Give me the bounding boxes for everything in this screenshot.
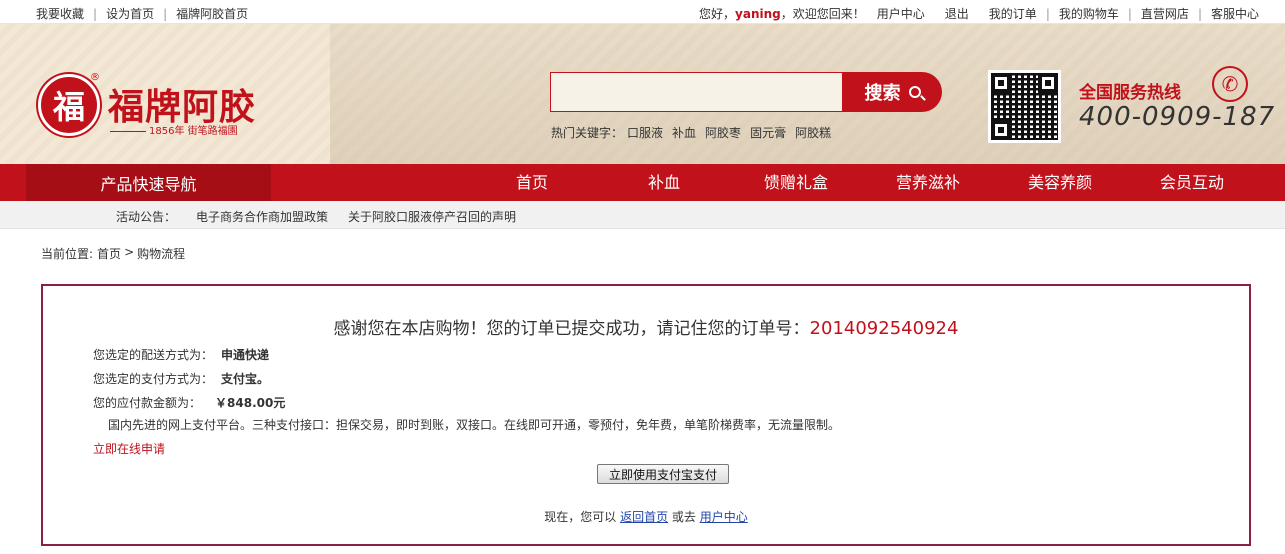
divider: | (1197, 6, 1202, 21)
shipping-row: 您选定的配送方式为： 申通快递 (93, 346, 269, 363)
nav-item-member[interactable]: 会员互动 (1126, 164, 1258, 201)
nav-item-home[interactable]: 首页 (466, 164, 598, 201)
amount-value: ￥848.00元 (215, 396, 286, 410)
breadcrumb-separator: > (124, 245, 135, 259)
order-number: 2014092540924 (809, 318, 959, 339)
product-quick-nav[interactable]: 产品快速导航 (26, 164, 271, 201)
amount-row: 您的应付款金额为： ￥848.00元 (93, 394, 285, 411)
nav-links: 首页 补血 馈赠礼盒 营养滋补 美容养颜 会员互动 (466, 164, 1258, 201)
breadcrumb: 当前位置: 首页 > 购物流程 (41, 245, 185, 262)
logo-subtitle-text: 1856年 街笔路福園 (149, 126, 238, 137)
registered-mark: ® (90, 72, 100, 83)
phone-icon: ✆ (1212, 66, 1248, 102)
hot-keyword[interactable]: 补血 (672, 124, 696, 141)
payment-row: 您选定的支付方式为： 支付宝。 (93, 370, 269, 387)
thanks-text: 感谢您在本店购物！您的订单已提交成功，请记住您的订单号： (333, 319, 810, 339)
divider: | (1045, 6, 1050, 21)
main-nav: 产品快速导航 首页 补血 馈赠礼盒 营养滋补 美容养颜 会员互动 (0, 164, 1285, 201)
apply-online-link[interactable]: 立即在线申请 (93, 440, 165, 457)
shipping-value: 申通快递 (221, 348, 270, 362)
order-success-panel: 感谢您在本店购物！您的订单已提交成功，请记住您的订单号：201409254092… (41, 284, 1251, 546)
my-cart-link[interactable]: 我的购物车 (1059, 5, 1119, 22)
after-prefix: 现在，您可以 (544, 510, 617, 524)
breadcrumb-current: 购物流程 (137, 247, 186, 261)
payment-value: 支付宝。 (221, 372, 270, 386)
top-bar-right: 您好， yaning ，欢迎您回来！ 用户中心 退出 我的订单 | 我的购物车 | … (699, 5, 1259, 22)
bookmark-link[interactable]: 我要收藏 (36, 5, 84, 22)
customer-service-link[interactable]: 客服中心 (1211, 5, 1259, 22)
nav-item-nutrition[interactable]: 营养滋补 (862, 164, 994, 201)
amount-label: 您的应付款金额为： (93, 396, 202, 410)
notice-label: 活动公告： (116, 210, 177, 224)
user-center-link-bottom[interactable]: 用户中心 (700, 510, 748, 524)
nav-item-gift-box[interactable]: 馈赠礼盒 (730, 164, 862, 201)
hot-keywords-label: 热门关键字： (551, 126, 624, 140)
logout-link[interactable]: 退出 (945, 5, 969, 22)
hot-keywords: 热门关键字： 口服液 补血 阿胶枣 固元膏 阿胶糕 (551, 124, 831, 141)
nav-item-beauty[interactable]: 美容养颜 (994, 164, 1126, 201)
shipping-label: 您选定的配送方式为： (93, 348, 214, 362)
my-orders-link[interactable]: 我的订单 (989, 5, 1037, 22)
back-home-link[interactable]: 返回首页 (620, 510, 668, 524)
divider: | (93, 6, 98, 21)
hotline-number: 400-0909-187 (1079, 102, 1276, 132)
top-bar: 我要收藏 | 设为首页 | 福牌阿胶首页 您好， yaning ，欢迎您回来！ 用户… (0, 0, 1285, 24)
notice-item[interactable]: 电子商务合作商加盟政策 (196, 208, 328, 225)
after-order-links: 现在，您可以 返回首页 或去 用户中心 (43, 508, 1249, 525)
hot-keyword[interactable]: 阿胶糕 (795, 124, 831, 141)
payment-label: 您选定的支付方式为： (93, 372, 214, 386)
search-input[interactable] (550, 72, 843, 112)
order-thanks-message: 感谢您在本店购物！您的订单已提交成功，请记住您的订单号：201409254092… (43, 314, 1249, 339)
notice-item[interactable]: 关于阿胶口服液停产召回的声明 (348, 208, 516, 225)
logo-icon[interactable]: 福 (38, 74, 100, 136)
divider: | (1127, 6, 1132, 21)
alipay-pay-button[interactable]: 立即使用支付宝支付 (597, 464, 729, 484)
greeting-suffix: ，欢迎您回来！ (780, 7, 865, 21)
qr-code-icon (988, 70, 1061, 143)
greeting-prefix: 您好， (699, 7, 736, 21)
hot-keyword[interactable]: 固元膏 (750, 124, 786, 141)
breadcrumb-home[interactable]: 首页 (97, 245, 121, 262)
or-text: 或去 (671, 510, 696, 524)
logo-char: 福 (52, 88, 85, 126)
username: yaning (735, 6, 781, 21)
hotline-label: 全国服务热线 (1079, 83, 1181, 103)
user-center-link[interactable]: 用户中心 (877, 5, 925, 22)
set-homepage-link[interactable]: 设为首页 (106, 5, 154, 22)
hot-keyword[interactable]: 口服液 (627, 124, 663, 141)
nav-item-blood[interactable]: 补血 (598, 164, 730, 201)
breadcrumb-prefix: 当前位置: (41, 247, 94, 261)
hot-keyword[interactable]: 阿胶枣 (705, 124, 741, 141)
divider: | (163, 6, 168, 21)
search-icon (908, 86, 921, 98)
brand-home-link[interactable]: 福牌阿胶首页 (176, 5, 248, 22)
payment-description: 国内先进的网上支付平台。三种支付接口：担保交易，即时到账，双接口。在线即可开通，… (108, 418, 841, 432)
direct-store-link[interactable]: 直营网店 (1141, 5, 1189, 22)
top-bar-left: 我要收藏 | 设为首页 | 福牌阿胶首页 (36, 5, 248, 22)
notice-bar: 活动公告： 电子商务合作商加盟政策 关于阿胶口服液停产召回的声明 (0, 201, 1285, 229)
search-button-label: 搜索 (864, 83, 901, 104)
search-button[interactable]: 搜索 (843, 72, 942, 112)
logo-subtitle: 1856年 街笔路福園 (110, 122, 238, 137)
